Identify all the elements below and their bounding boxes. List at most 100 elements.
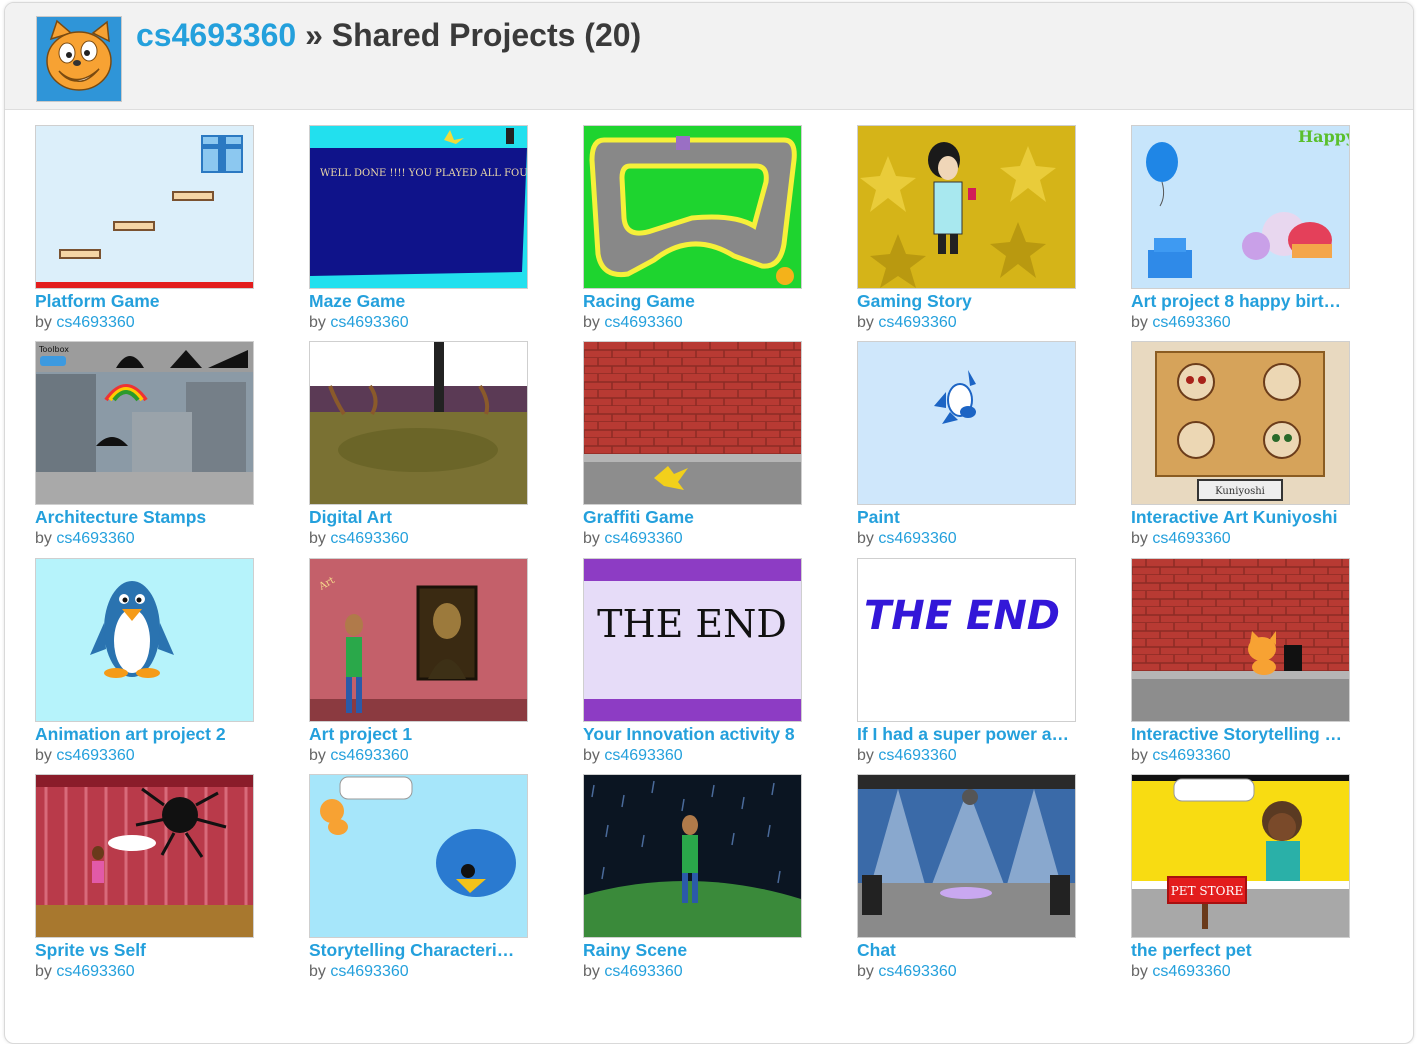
toolbox-thumb-text: Toolbox xyxy=(38,345,69,354)
project-byline: by cs4693360 xyxy=(309,963,409,981)
project-thumbnail[interactable] xyxy=(1131,558,1350,722)
project-thumbnail[interactable] xyxy=(857,125,1076,289)
project-thumbnail[interactable] xyxy=(583,341,802,505)
project-thumbnail[interactable]: PET STORE xyxy=(1131,774,1350,938)
owner-link[interactable]: cs4693360 xyxy=(878,747,956,764)
owner-link[interactable]: cs4693360 xyxy=(878,314,956,331)
project-title[interactable]: Art project 8 happy birt… xyxy=(1131,291,1347,312)
by-label: by xyxy=(309,963,326,980)
project-card: Chat by cs4693360 xyxy=(857,774,1079,986)
owner-link[interactable]: cs4693360 xyxy=(1152,963,1230,980)
project-thumbnail[interactable]: WELL DONE !!!! YOU PLAYED ALL FOUR LEVEL… xyxy=(309,125,528,289)
project-title[interactable]: Interactive Storytelling … xyxy=(1131,724,1347,745)
the-end-blue-thumb-text: THE END xyxy=(864,593,1060,639)
owner-link[interactable]: cs4693360 xyxy=(330,314,408,331)
owner-link[interactable]: cs4693360 xyxy=(604,314,682,331)
by-label: by xyxy=(857,314,874,331)
project-thumbnail[interactable] xyxy=(35,774,254,938)
project-byline: by cs4693360 xyxy=(35,747,135,765)
owner-link[interactable]: cs4693360 xyxy=(604,530,682,547)
project-card: Graffiti Game by cs4693360 xyxy=(583,341,805,553)
username-link[interactable]: cs4693360 xyxy=(136,17,296,53)
project-byline: by cs4693360 xyxy=(309,314,409,332)
owner-link[interactable]: cs4693360 xyxy=(56,747,134,764)
project-thumbnail[interactable] xyxy=(35,558,254,722)
project-card: Storytelling Characteri… by cs4693360 xyxy=(309,774,531,986)
owner-link[interactable]: cs4693360 xyxy=(878,530,956,547)
owner-link[interactable]: cs4693360 xyxy=(330,530,408,547)
project-byline: by cs4693360 xyxy=(857,314,957,332)
project-title[interactable]: Racing Game xyxy=(583,291,799,312)
project-thumbnail[interactable] xyxy=(583,774,802,938)
project-thumbnail[interactable]: Art xyxy=(309,558,528,722)
project-byline: by cs4693360 xyxy=(35,963,135,981)
owner-link[interactable]: cs4693360 xyxy=(604,963,682,980)
project-byline: by cs4693360 xyxy=(583,747,683,765)
project-title[interactable]: Rainy Scene xyxy=(583,940,799,961)
project-byline: by cs4693360 xyxy=(583,530,683,548)
owner-link[interactable]: cs4693360 xyxy=(1152,530,1230,547)
project-title[interactable]: Gaming Story xyxy=(857,291,1073,312)
project-card: Toolbox Architecture Stamps by cs4693360 xyxy=(35,341,257,553)
happy-thumb-text: Happy xyxy=(1298,127,1349,146)
avatar[interactable] xyxy=(36,16,122,102)
project-byline: by cs4693360 xyxy=(1131,747,1231,765)
project-card: Digital Art by cs4693360 xyxy=(309,341,531,553)
project-byline: by cs4693360 xyxy=(583,963,683,981)
owner-link[interactable]: cs4693360 xyxy=(330,747,408,764)
scratch-cat-avatar-icon xyxy=(37,17,121,101)
project-title[interactable]: Digital Art xyxy=(309,507,525,528)
project-thumbnail[interactable]: Happy xyxy=(1131,125,1350,289)
by-label: by xyxy=(1131,747,1148,764)
owner-link[interactable]: cs4693360 xyxy=(56,314,134,331)
project-thumbnail[interactable]: Toolbox xyxy=(35,341,254,505)
project-card: PET STORE the perfect pet by cs4693360 xyxy=(1131,774,1353,986)
project-thumbnail[interactable] xyxy=(857,774,1076,938)
project-title[interactable]: Interactive Art Kuniyoshi xyxy=(1131,507,1347,528)
project-title[interactable]: Chat xyxy=(857,940,1073,961)
project-title[interactable]: If I had a super power a… xyxy=(857,724,1073,745)
project-byline: by cs4693360 xyxy=(1131,314,1231,332)
by-label: by xyxy=(1131,530,1148,547)
project-byline: by cs4693360 xyxy=(35,314,135,332)
owner-link[interactable]: cs4693360 xyxy=(56,963,134,980)
project-byline: by cs4693360 xyxy=(1131,963,1231,981)
owner-link[interactable]: cs4693360 xyxy=(56,530,134,547)
owner-link[interactable]: cs4693360 xyxy=(604,747,682,764)
project-thumbnail[interactable]: Kuniyoshi xyxy=(1131,341,1350,505)
project-title[interactable]: Art project 1 xyxy=(309,724,525,745)
project-thumbnail[interactable] xyxy=(583,125,802,289)
project-title[interactable]: Architecture Stamps xyxy=(35,507,251,528)
project-thumbnail[interactable] xyxy=(35,125,254,289)
project-thumbnail[interactable] xyxy=(309,774,528,938)
owner-link[interactable]: cs4693360 xyxy=(878,963,956,980)
project-card: WELL DONE !!!! YOU PLAYED ALL FOUR LEVEL… xyxy=(309,125,531,337)
by-label: by xyxy=(857,530,874,547)
by-label: by xyxy=(1131,963,1148,980)
project-title[interactable]: Maze Game xyxy=(309,291,525,312)
project-title[interactable]: Graffiti Game xyxy=(583,507,799,528)
owner-link[interactable]: cs4693360 xyxy=(1152,747,1230,764)
panel-header: cs4693360 » Shared Projects (20) xyxy=(5,3,1413,110)
project-title[interactable]: Your Innovation activity 8 xyxy=(583,724,799,745)
project-thumbnail[interactable] xyxy=(857,341,1076,505)
project-thumbnail[interactable]: THE END xyxy=(583,558,802,722)
owner-link[interactable]: cs4693360 xyxy=(330,963,408,980)
project-title[interactable]: Animation art project 2 xyxy=(35,724,251,745)
maze-thumb-text: WELL DONE !!!! YOU PLAYED ALL FOUR LEVEL… xyxy=(320,168,527,179)
project-card: Kuniyoshi Interactive Art Kuniyoshi by c… xyxy=(1131,341,1353,553)
project-card: Art Art project 1 by cs4693360 xyxy=(309,558,531,770)
the-end-thumb-text: THE END xyxy=(597,602,787,646)
owner-link[interactable]: cs4693360 xyxy=(1152,314,1230,331)
project-title[interactable]: the perfect pet xyxy=(1131,940,1347,961)
by-label: by xyxy=(583,530,600,547)
project-byline: by cs4693360 xyxy=(35,530,135,548)
project-title[interactable]: Sprite vs Self xyxy=(35,940,251,961)
pet-store-thumb-text: PET STORE xyxy=(1171,884,1244,898)
project-title[interactable]: Storytelling Characteri… xyxy=(309,940,525,961)
project-title[interactable]: Platform Game xyxy=(35,291,251,312)
project-thumbnail[interactable]: THE END xyxy=(857,558,1076,722)
project-byline: by cs4693360 xyxy=(309,530,409,548)
project-thumbnail[interactable] xyxy=(309,341,528,505)
project-title[interactable]: Paint xyxy=(857,507,1073,528)
